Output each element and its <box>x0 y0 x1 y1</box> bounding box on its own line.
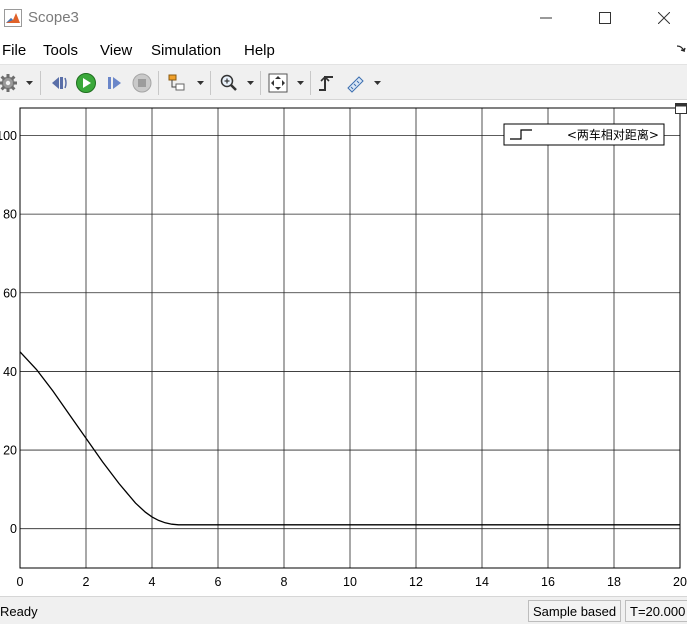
y-tick-label: 0 <box>10 522 17 536</box>
toolbar-separator <box>260 71 261 95</box>
legend-label: <两车相对距离> <box>567 127 659 142</box>
x-tick-label: 16 <box>541 575 555 589</box>
maximize-button[interactable] <box>582 0 628 36</box>
x-tick-label: 2 <box>83 575 90 589</box>
toolbar-separator <box>40 71 41 95</box>
y-tick-label: 40 <box>3 365 17 379</box>
signal-selector-icon[interactable] <box>165 71 189 95</box>
zoom-dropdown-icon[interactable] <box>246 77 254 89</box>
close-icon <box>658 12 670 24</box>
triggers-icon[interactable] <box>314 71 338 95</box>
menu-help[interactable]: Help <box>244 42 275 59</box>
stop-icon[interactable] <box>130 71 154 95</box>
toolbar <box>0 64 687 100</box>
menu-bar: File Tools View Simulation Help <box>0 36 687 64</box>
x-tick-label: 20 <box>673 575 687 589</box>
minimize-icon <box>540 17 552 19</box>
undock-icon[interactable] <box>675 101 687 114</box>
maximize-icon <box>599 12 611 24</box>
settings-icon[interactable] <box>0 71 20 95</box>
x-tick-label: 8 <box>281 575 288 589</box>
x-tick-label: 4 <box>149 575 156 589</box>
menu-file[interactable]: File <box>2 42 26 59</box>
measurements-icon[interactable] <box>344 71 368 95</box>
y-tick-label: 60 <box>3 286 17 300</box>
scope-plot-area: 0 2 4 6 8 10 12 14 16 18 20 0 20 40 60 80 100 <两车相对距离> <box>0 100 687 596</box>
window-title: Scope3 <box>28 9 79 26</box>
x-tick-label: 10 <box>343 575 357 589</box>
toolbar-separator <box>158 71 159 95</box>
step-forward-icon[interactable] <box>102 71 126 95</box>
minimize-button[interactable] <box>523 0 569 36</box>
x-tick-label: 12 <box>409 575 423 589</box>
menu-tools[interactable]: Tools <box>43 42 78 59</box>
x-tick-label: 14 <box>475 575 489 589</box>
y-tick-label: 80 <box>3 208 17 222</box>
zoom-icon[interactable] <box>217 71 241 95</box>
fit-dropdown-icon[interactable] <box>296 77 304 89</box>
toolbar-separator <box>310 71 311 95</box>
x-tick-label: 18 <box>607 575 621 589</box>
dock-arrow-icon[interactable] <box>676 42 686 58</box>
scope-chart[interactable]: 0 2 4 6 8 10 12 14 16 18 20 0 20 40 60 80 100 <两车相对距离> <box>0 100 687 596</box>
sample-mode-indicator: Sample based <box>528 600 622 622</box>
simulation-time-indicator: T=20.000 <box>625 600 687 622</box>
run-icon[interactable] <box>74 71 98 95</box>
x-tick-label: 6 <box>215 575 222 589</box>
fit-to-view-icon[interactable] <box>266 71 290 95</box>
x-tick-label: 0 <box>17 575 24 589</box>
signal-dropdown-icon[interactable] <box>196 77 204 89</box>
settings-dropdown-icon[interactable] <box>25 77 33 89</box>
menu-simulation[interactable]: Simulation <box>151 42 221 59</box>
y-tick-label: 100 <box>0 129 17 143</box>
step-back-icon[interactable] <box>47 71 71 95</box>
toolbar-separator <box>210 71 211 95</box>
y-tick-label: 20 <box>3 444 17 458</box>
status-bar: Ready Sample based T=20.000 <box>0 596 687 624</box>
status-ready-text: Ready <box>0 604 38 619</box>
title-bar: Scope3 <box>0 0 687 36</box>
measurements-dropdown-icon[interactable] <box>373 77 381 89</box>
close-button[interactable] <box>641 0 687 36</box>
menu-view[interactable]: View <box>100 42 132 59</box>
matlab-logo-icon <box>4 9 22 27</box>
